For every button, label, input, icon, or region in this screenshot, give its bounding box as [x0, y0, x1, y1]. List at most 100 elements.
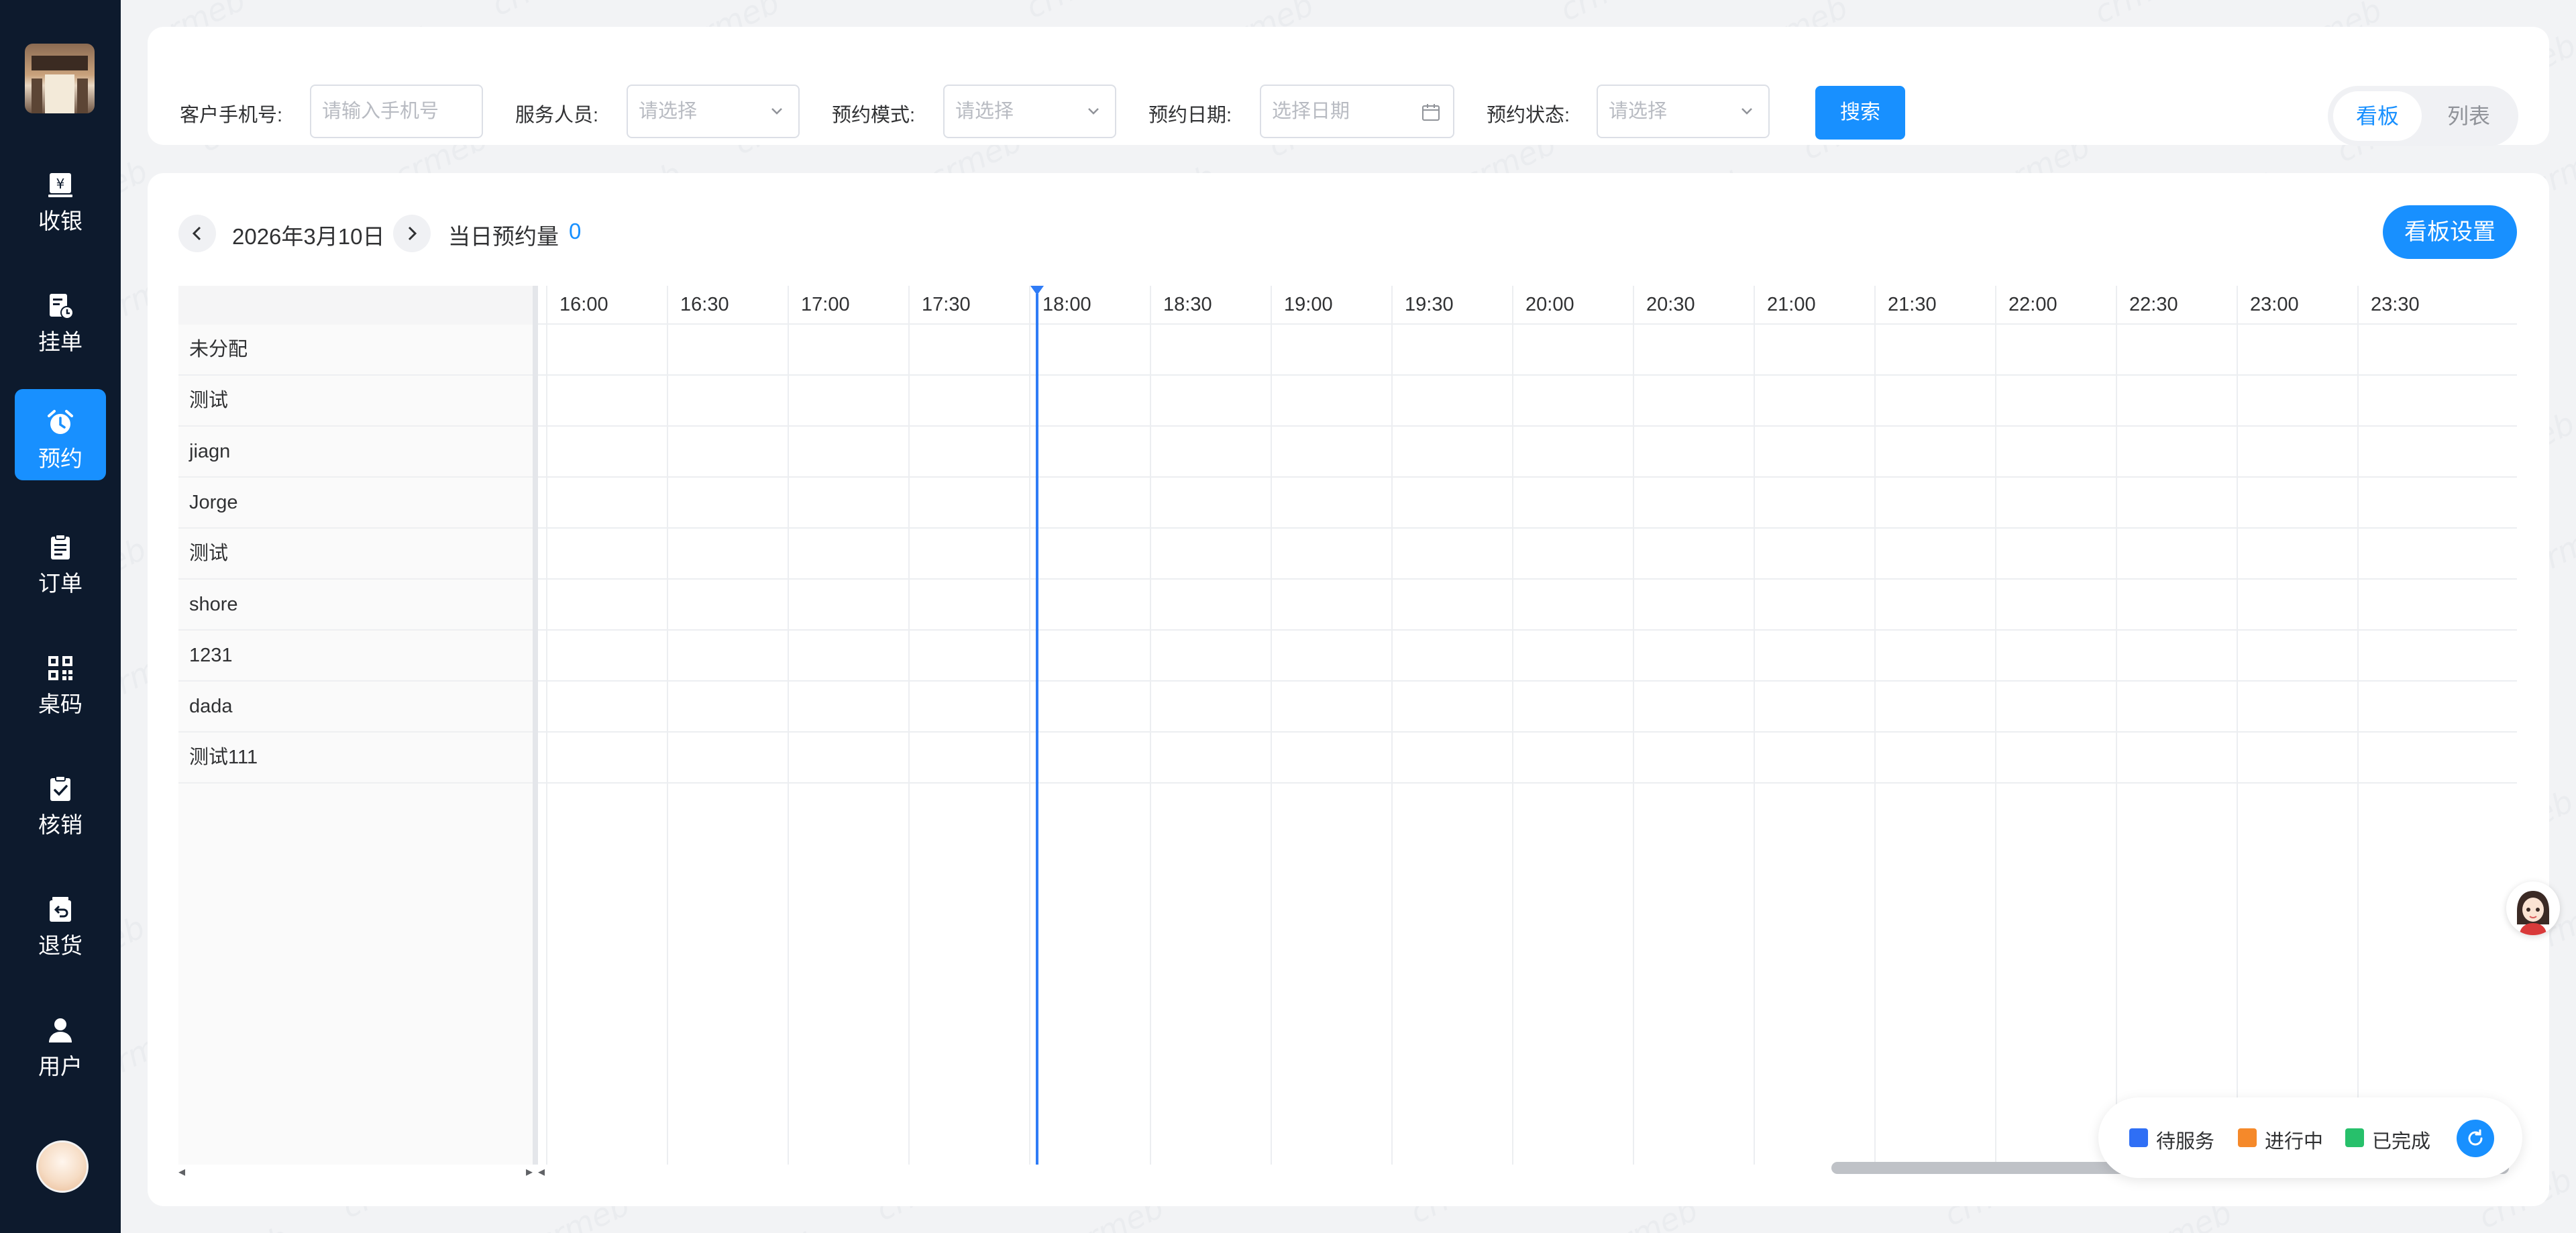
staff-row[interactable]: 测试 [178, 529, 533, 580]
date-label: 预约日期: [1148, 105, 1232, 126]
support-agent-icon [2506, 881, 2560, 935]
avatar[interactable] [36, 1140, 89, 1193]
staff-row[interactable]: shore [178, 580, 533, 631]
time-grid-line [1271, 286, 1272, 1165]
staff-row[interactable]: Jorge [178, 478, 533, 529]
prev-day-button[interactable] [178, 215, 216, 252]
chevron-down-icon [1088, 108, 1099, 115]
time-grid-line [1512, 286, 1513, 1165]
sidebar-item-label: 退货 [38, 933, 83, 958]
staff-column: 未分配 测试 jiagn Jorge 测试 shore 1231 dada 测试111 [178, 286, 533, 1165]
scroll-left-arrow-icon[interactable]: ◂ [538, 1165, 545, 1179]
staff-row[interactable]: dada [178, 682, 533, 733]
shop-logo[interactable] [25, 44, 95, 113]
sidebar-item-table-code[interactable]: 桌码 [15, 635, 106, 726]
time-grid-line [2237, 286, 2238, 1165]
sidebar-item-orders[interactable]: 订单 [15, 514, 106, 605]
staff-select[interactable]: 请选择 [627, 85, 800, 138]
status-placeholder: 请选择 [1609, 101, 1668, 122]
current-time-line [1036, 294, 1038, 1165]
svg-text:¥: ¥ [56, 176, 65, 192]
time-slot-label: 20:00 [1525, 294, 1574, 315]
sidebar-item-label: 预约 [38, 446, 83, 471]
tab-list[interactable]: 列表 [2424, 91, 2513, 141]
verify-check-icon [50, 775, 70, 801]
sidebar-item-user[interactable]: 用户 [15, 997, 106, 1088]
chevron-down-icon [771, 108, 782, 115]
time-slot-label: 19:30 [1405, 294, 1454, 315]
chevron-down-icon [1741, 108, 1752, 115]
scroll-left-arrow-icon[interactable]: ◂ [178, 1165, 185, 1179]
staff-scrollbar[interactable]: ◂ ▸ [178, 1165, 533, 1179]
row-grid-line [538, 578, 2517, 580]
legend-swatch-done [2345, 1128, 2364, 1147]
board-settings-button[interactable]: 看板设置 [2383, 205, 2517, 259]
sidebar-item-verify[interactable]: 核销 [15, 755, 106, 847]
time-slot-label: 23:30 [2371, 294, 2420, 315]
scroll-right-arrow-icon[interactable]: ▸ [526, 1165, 533, 1179]
tab-board[interactable]: 看板 [2333, 91, 2422, 141]
staff-row[interactable]: 未分配 [178, 325, 533, 376]
next-day-button[interactable] [393, 215, 431, 252]
time-grid-line [1150, 286, 1151, 1165]
sidebar: ¥ 收银 挂单 预约 订单 桌码 核销 退货 用户 [0, 0, 121, 1233]
time-grid-line [908, 286, 910, 1165]
sidebar-item-label: 订单 [38, 571, 83, 596]
search-button[interactable]: 搜索 [1815, 86, 1905, 140]
phone-input[interactable]: 请输入手机号 [310, 85, 483, 138]
row-grid-line [538, 323, 2517, 325]
column-resize-handle[interactable] [533, 286, 538, 1165]
status-select[interactable]: 请选择 [1597, 85, 1770, 138]
chevron-left-icon [192, 226, 201, 241]
cashier-icon: ¥ [48, 173, 72, 197]
row-grid-line [538, 476, 2517, 478]
alarm-clock-icon [48, 410, 73, 434]
sidebar-item-return[interactable]: 退货 [15, 876, 106, 967]
row-grid-line [538, 629, 2517, 631]
time-slot-label: 17:00 [801, 294, 850, 315]
time-grid-line [1754, 286, 1755, 1165]
time-grid-line [788, 286, 789, 1165]
sidebar-item-label: 挂单 [38, 329, 83, 354]
staff-row[interactable]: 1231 [178, 631, 533, 682]
row-grid-line [538, 782, 2517, 784]
time-grid-line [2357, 286, 2359, 1165]
sidebar-item-pending[interactable]: 挂单 [15, 272, 106, 364]
current-time-marker-icon [1030, 286, 1044, 295]
mode-label: 预约模式: [832, 105, 916, 126]
date-placeholder: 选择日期 [1272, 101, 1350, 122]
status-legend: 待服务 进行中 已完成 [2098, 1097, 2522, 1178]
customer-service-avatar[interactable] [2506, 881, 2560, 935]
mode-select[interactable]: 请选择 [943, 85, 1116, 138]
sidebar-item-reservation[interactable]: 预约 [15, 389, 106, 480]
time-slot-label: 21:30 [1888, 294, 1937, 315]
view-toggle: 看板 列表 [2328, 86, 2518, 146]
qr-code-icon [48, 656, 72, 680]
staff-row[interactable]: 测试111 [178, 733, 533, 784]
status-label: 预约状态: [1487, 105, 1570, 126]
order-clipboard-icon [51, 534, 70, 559]
staff-row[interactable]: 测试 [178, 376, 533, 427]
time-slot-label: 20:30 [1646, 294, 1695, 315]
sidebar-item-label: 收银 [38, 209, 83, 233]
date-picker[interactable]: 选择日期 [1260, 85, 1454, 138]
time-grid-line [1874, 286, 1876, 1165]
schedule-grid: 未分配 测试 jiagn Jorge 测试 shore 1231 dada 测试111 16:0… [178, 286, 2517, 1165]
time-grid-line [2116, 286, 2117, 1165]
legend-swatch-pending [2129, 1128, 2148, 1147]
time-slot-label: 16:00 [559, 294, 608, 315]
row-grid-line [538, 374, 2517, 376]
time-grid-line [1633, 286, 1634, 1165]
row-grid-line [538, 680, 2517, 682]
sidebar-item-cashier[interactable]: ¥ 收银 [15, 152, 106, 243]
time-slot-label: 19:00 [1284, 294, 1333, 315]
refresh-button[interactable] [2457, 1120, 2494, 1157]
staff-row[interactable]: jiagn [178, 427, 533, 478]
return-icon [50, 897, 71, 922]
user-icon [49, 1018, 72, 1042]
sidebar-item-label: 桌码 [38, 692, 83, 716]
chevron-right-icon [408, 226, 417, 241]
time-slot-label: 21:00 [1767, 294, 1816, 315]
row-grid-line [538, 731, 2517, 733]
search-panel: 客户手机号: 请输入手机号 服务人员: 请选择 预约模式: 请选择 预约日期: … [148, 27, 2549, 146]
